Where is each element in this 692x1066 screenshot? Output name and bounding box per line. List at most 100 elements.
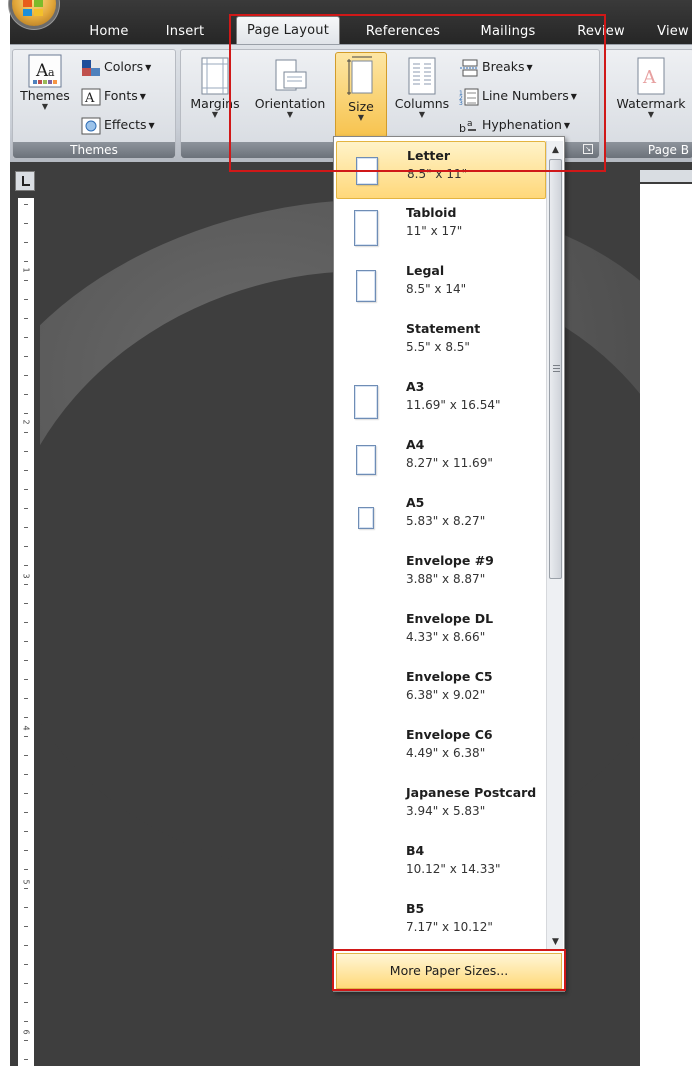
ruler-tick bbox=[24, 546, 28, 547]
ruler-tick bbox=[24, 717, 28, 718]
paper-size-item[interactable]: A5 5.83" x 8.27" bbox=[336, 489, 546, 547]
paper-size-item[interactable]: Letter 8.5" x 11" bbox=[336, 141, 546, 199]
ruler-tick bbox=[24, 375, 28, 376]
paper-size-dimensions: 11" x 17" bbox=[406, 224, 463, 238]
paper-size-item[interactable]: Japanese Postcard 3.94" x 5.83" bbox=[336, 779, 546, 837]
themes-button[interactable]: A a Themes ▼ bbox=[17, 54, 73, 111]
ruler-tick bbox=[24, 394, 28, 395]
paper-thumbnail-icon bbox=[356, 270, 376, 302]
paper-size-dimensions: 3.88" x 8.87" bbox=[406, 572, 486, 586]
ruler-tick bbox=[24, 983, 28, 984]
paper-size-list: Letter 8.5" x 11" Tabloid 11" x 17" Legal 8.5… bbox=[334, 137, 548, 947]
size-label: Size bbox=[348, 99, 374, 114]
paper-size-name: Japanese Postcard bbox=[406, 785, 537, 800]
breaks-button[interactable]: Breaks ▼ bbox=[459, 56, 533, 78]
more-paper-sizes-button[interactable]: More Paper Sizes... bbox=[336, 953, 562, 989]
colors-button[interactable]: Colors ▼ bbox=[81, 56, 151, 78]
paper-size-name: Letter bbox=[407, 148, 451, 163]
fonts-label: Fonts bbox=[104, 88, 138, 103]
paper-size-item[interactable]: Envelope #9 3.88" x 8.87" bbox=[336, 547, 546, 605]
columns-button[interactable]: Columns ▼ bbox=[391, 56, 453, 119]
svg-text:a: a bbox=[467, 119, 473, 129]
ruler-tick bbox=[24, 470, 28, 471]
svg-text:3: 3 bbox=[459, 100, 463, 106]
ruler-tick bbox=[24, 907, 28, 908]
ruler-tick bbox=[24, 603, 28, 604]
chevron-down-icon: ▼ bbox=[563, 120, 571, 130]
ruler-tick bbox=[24, 641, 28, 642]
paper-size-item[interactable]: Envelope C5 6.38" x 9.02" bbox=[336, 663, 546, 721]
vertical-ruler: 1 2 3 4 5 6 bbox=[10, 162, 40, 1066]
ruler-tick bbox=[24, 1040, 28, 1041]
margins-button[interactable]: Margins ▼ bbox=[185, 56, 245, 119]
chevron-down-icon: ▼ bbox=[286, 110, 294, 119]
scrollbar-thumb[interactable] bbox=[549, 159, 562, 579]
paper-size-item[interactable]: Statement 5.5" x 8.5" bbox=[336, 315, 546, 373]
size-menu-scrollbar[interactable]: ▲ ▼ bbox=[546, 141, 563, 949]
effects-icon bbox=[81, 117, 101, 135]
paper-size-dimensions: 7.17" x 10.12" bbox=[406, 920, 493, 934]
effects-button[interactable]: Effects ▼ bbox=[81, 114, 155, 136]
size-icon bbox=[347, 56, 373, 95]
page-background-group-label: Page B bbox=[605, 142, 692, 158]
ruler-tick bbox=[24, 280, 28, 281]
paper-size-item[interactable]: Legal 8.5" x 14" bbox=[336, 257, 546, 315]
dialog-launcher-icon[interactable]: ↘ bbox=[583, 144, 593, 154]
margins-icon bbox=[201, 57, 229, 95]
themes-label: Themes bbox=[20, 88, 70, 103]
ruler-tick bbox=[24, 850, 28, 851]
tab-selector-icon[interactable] bbox=[15, 171, 35, 191]
paper-thumbnail-icon bbox=[358, 507, 374, 529]
tab-mailings[interactable]: Mailings bbox=[468, 19, 548, 44]
line-numbers-icon: 123 bbox=[459, 88, 479, 107]
line-numbers-button[interactable]: 123 Line Numbers ▼ bbox=[459, 85, 577, 107]
paper-size-item[interactable]: Envelope C6 4.49" x 6.38" bbox=[336, 721, 546, 779]
orientation-button[interactable]: Orientation ▼ bbox=[249, 56, 331, 119]
ruler-tick bbox=[24, 926, 28, 927]
paper-size-dimensions: 8.27" x 11.69" bbox=[406, 456, 493, 470]
paper-size-name: Envelope DL bbox=[406, 611, 494, 626]
paper-size-item[interactable]: Envelope DL 4.33" x 8.66" bbox=[336, 605, 546, 663]
fonts-button[interactable]: A Fonts ▼ bbox=[81, 85, 146, 107]
orientation-label: Orientation bbox=[254, 96, 326, 111]
hyphenation-button[interactable]: ba Hyphenation ▼ bbox=[459, 114, 570, 136]
ruler-strip: 1 2 3 4 5 6 bbox=[18, 198, 34, 1066]
line-numbers-label: Line Numbers bbox=[482, 88, 569, 103]
chevron-down-icon: ▼ bbox=[570, 91, 577, 101]
paper-size-item[interactable]: A3 11.69" x 16.54" bbox=[336, 373, 546, 431]
tab-insert[interactable]: Insert bbox=[156, 19, 214, 44]
paper-size-name: A5 bbox=[406, 495, 425, 510]
ribbon-tab-bar: Home Insert Page Layout References Maili… bbox=[10, 0, 692, 46]
tab-review[interactable]: Review bbox=[566, 19, 636, 44]
page-background-group: A Watermark ▼ Page B bbox=[604, 49, 692, 159]
paper-thumbnail-icon bbox=[354, 385, 378, 419]
paper-size-item[interactable]: B5 7.17" x 10.12" bbox=[336, 895, 546, 953]
tab-home[interactable]: Home bbox=[82, 19, 136, 44]
paper-size-item[interactable]: B4 10.12" x 14.33" bbox=[336, 837, 546, 895]
hyphenation-icon: ba bbox=[459, 117, 479, 135]
svg-text:b: b bbox=[459, 122, 466, 135]
scroll-down-icon[interactable]: ▼ bbox=[547, 935, 564, 949]
tab-page-layout[interactable]: Page Layout bbox=[236, 16, 340, 46]
watermark-button[interactable]: A Watermark ▼ bbox=[611, 56, 691, 119]
colors-icon bbox=[81, 59, 101, 77]
effects-label: Effects bbox=[104, 117, 147, 132]
paper-size-dimensions: 10.12" x 14.33" bbox=[406, 862, 501, 876]
paper-size-item[interactable]: A4 8.27" x 11.69" bbox=[336, 431, 546, 489]
scroll-up-icon[interactable]: ▲ bbox=[547, 143, 564, 157]
office-logo-icon[interactable] bbox=[12, 0, 56, 26]
ruler-tick bbox=[24, 318, 28, 319]
chevron-down-icon: ▼ bbox=[526, 62, 533, 72]
ruler-tick bbox=[24, 584, 28, 585]
tab-view[interactable]: View bbox=[648, 19, 692, 44]
size-button[interactable]: Size ▼ bbox=[335, 52, 387, 138]
paper-size-name: B4 bbox=[406, 843, 425, 858]
ruler-tick bbox=[24, 812, 28, 813]
document-page[interactable] bbox=[640, 184, 692, 1066]
paper-size-name: Envelope C6 bbox=[406, 727, 493, 742]
ruler-number: 1 bbox=[21, 267, 31, 273]
tab-references[interactable]: References bbox=[358, 19, 448, 44]
ruler-number: 6 bbox=[21, 1029, 31, 1035]
watermark-icon: A bbox=[637, 57, 665, 95]
paper-size-item[interactable]: Tabloid 11" x 17" bbox=[336, 199, 546, 257]
